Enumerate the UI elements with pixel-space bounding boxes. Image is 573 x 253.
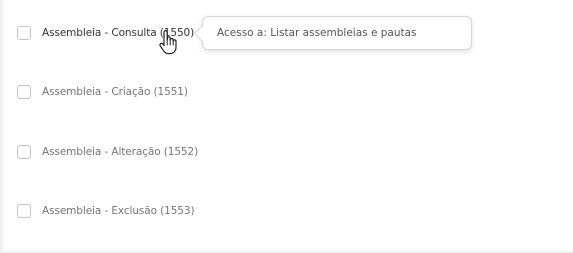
permission-checkbox-criacao[interactable]: [17, 85, 31, 99]
permission-checkbox-exclusao[interactable]: [17, 204, 31, 218]
permission-label-alteracao: Assembleia - Alteração (1552): [42, 146, 199, 158]
panel-left-border: [0, 0, 3, 253]
permission-tooltip: Acesso a: Listar assembleias e pautas: [193, 16, 472, 50]
permission-row-criacao[interactable]: Assembleia - Criação (1551): [17, 82, 188, 102]
permission-row-exclusao[interactable]: Assembleia - Exclusão (1553): [17, 201, 195, 221]
permission-checkbox-consulta[interactable]: [17, 26, 31, 40]
permission-row-alteracao[interactable]: Assembleia - Alteração (1552): [17, 142, 198, 162]
permission-label-criacao: Assembleia - Criação (1551): [42, 86, 188, 98]
permissions-panel: Assembleia - Consulta (1550) Assembleia …: [0, 0, 573, 253]
permission-label-exclusao: Assembleia - Exclusão (1553): [42, 205, 195, 217]
tooltip-arrow: [193, 25, 210, 42]
permission-checkbox-alteracao[interactable]: [17, 145, 31, 159]
tooltip-text: Acesso a: Listar assembleias e pautas: [217, 27, 417, 39]
hand-pointer-icon: [159, 30, 177, 55]
